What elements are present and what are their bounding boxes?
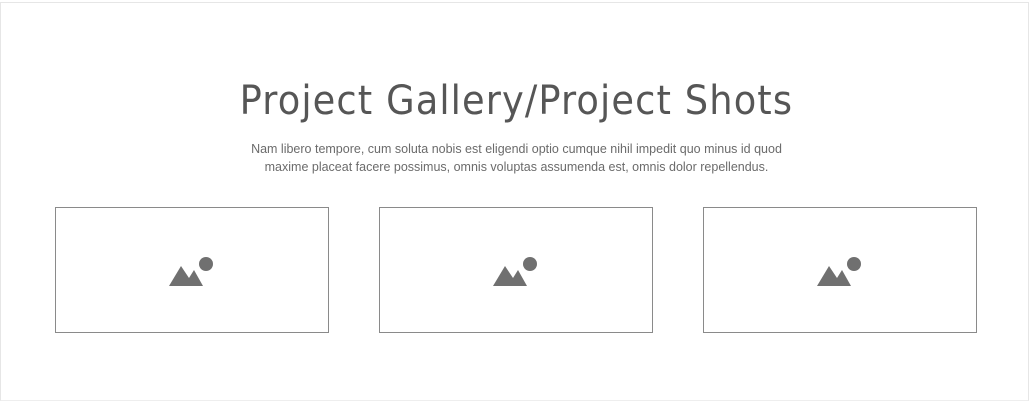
image-placeholder-icon	[169, 257, 213, 286]
page-frame: Project Gallery/Project Shots Nam libero…	[0, 2, 1029, 401]
section-description: Nam libero tempore, cum soluta nobis est…	[1, 140, 1031, 176]
description-line-1: Nam libero tempore, cum soluta nobis est…	[251, 142, 782, 156]
image-placeholder-icon	[493, 257, 537, 286]
image-placeholder-icon	[817, 257, 861, 286]
gallery-item-2[interactable]	[379, 207, 653, 333]
description-line-2: maxime placeat facere possimus, omnis vo…	[264, 160, 769, 174]
gallery-item-1[interactable]	[55, 207, 329, 333]
section-title: Project Gallery/Project Shots	[239, 78, 794, 124]
gallery-item-3[interactable]	[703, 207, 977, 333]
